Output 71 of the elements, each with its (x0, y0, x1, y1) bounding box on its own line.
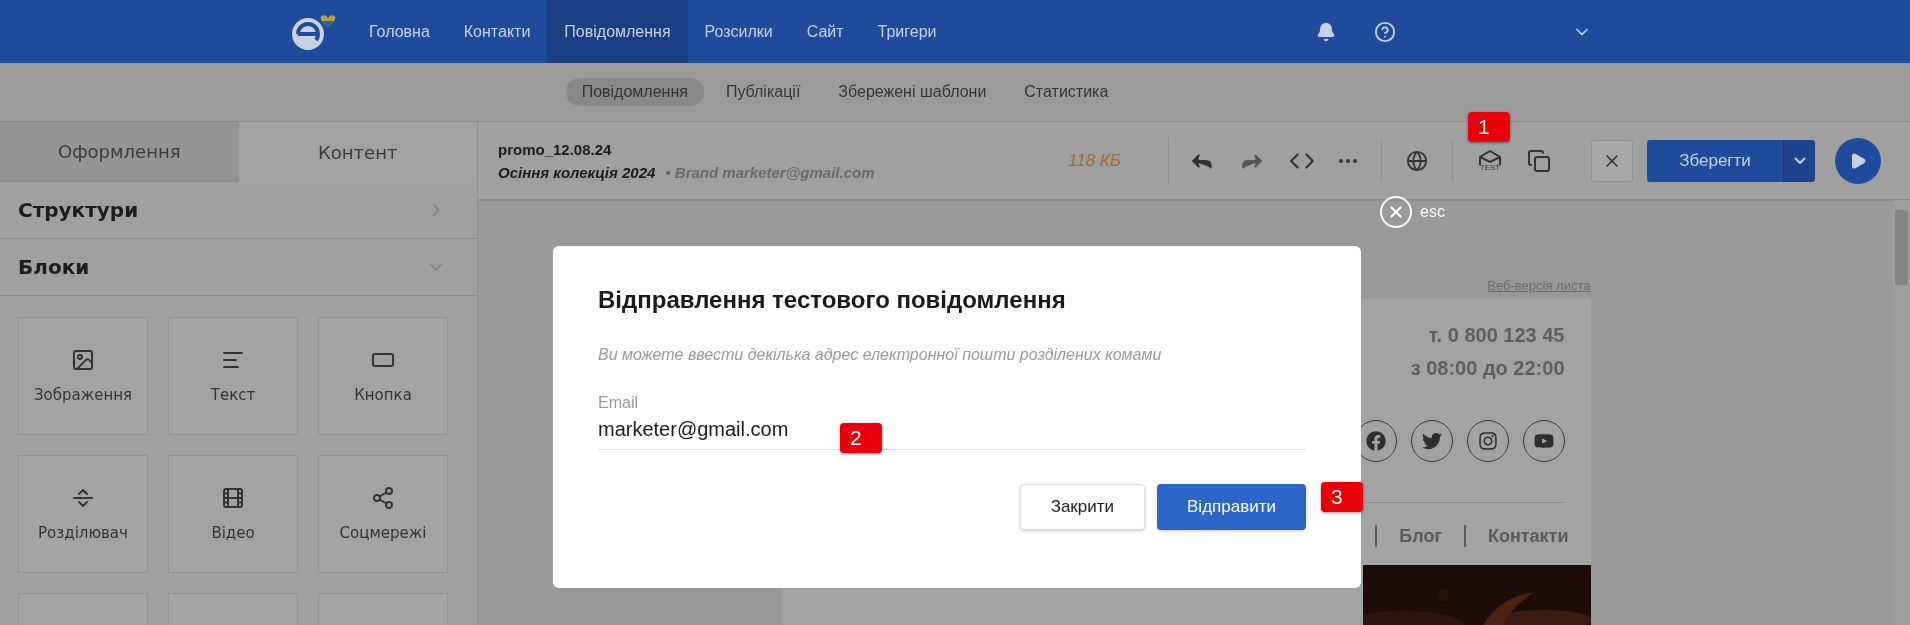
message-name: promo_12.08.24 (498, 140, 613, 158)
sub-tab[interactable]: Збережені шаблони (822, 78, 1003, 106)
dialog-title: Відправлення тестового повідомлення (598, 286, 1067, 314)
annotation-badge: 3 (1321, 482, 1363, 512)
sub-tab[interactable]: Публікації (709, 78, 817, 106)
twitter-icon (1421, 431, 1442, 451)
nav-item[interactable]: Розсилки (687, 0, 790, 63)
test-button[interactable]: TEST (1477, 149, 1503, 172)
divider-icon (71, 486, 95, 510)
play-button[interactable] (1835, 137, 1881, 184)
field-label: Email (598, 394, 639, 412)
annotation-badge: 2 (840, 423, 882, 453)
test-label: TEST (1479, 163, 1501, 172)
send-button[interactable]: Відправити (1157, 484, 1306, 530)
scrollbar[interactable] (1893, 200, 1910, 625)
nav-item[interactable]: Повідомлення (547, 0, 688, 63)
image-icon (71, 348, 95, 372)
envelope-icon (1477, 149, 1503, 166)
instagram-icon (1477, 431, 1498, 451)
esc-label: esc (1420, 203, 1445, 221)
block-label: Кнопка (354, 386, 412, 404)
footer-link[interactable]: Контакти (1487, 525, 1569, 547)
play-icon (1849, 151, 1867, 170)
more-button[interactable] (1339, 158, 1357, 163)
film-icon (221, 486, 245, 510)
save-menu-button[interactable] (1783, 139, 1815, 182)
block-tile[interactable]: Розділювач (18, 455, 148, 573)
copy-icon (1527, 148, 1551, 173)
close-icon[interactable] (1380, 196, 1412, 228)
block-label: Розділювач (38, 524, 128, 542)
copy-button[interactable] (1527, 148, 1551, 173)
close-button[interactable] (1591, 139, 1633, 182)
block-tile[interactable]: Соцмережі (318, 455, 448, 573)
share-icon (371, 486, 395, 510)
bell-icon[interactable] (1316, 21, 1336, 42)
section-header[interactable]: Блоки (0, 239, 477, 296)
block-tile[interactable]: Текст (168, 317, 298, 435)
block-label: Зображення (33, 386, 133, 404)
sub-tab[interactable]: Статистика (1008, 78, 1125, 106)
block-label: Текст (210, 386, 256, 404)
sub-tab[interactable]: Повідомлення (565, 78, 704, 106)
section-title: Блоки (18, 255, 90, 279)
chevron-down-icon (1793, 157, 1806, 164)
nav-item[interactable]: Сайт (789, 0, 861, 63)
more-icon (1339, 158, 1357, 163)
dialog-hint: Ви можете ввести декілька адрес електронної пошти розділених комами (598, 346, 1163, 364)
globe-icon (1406, 149, 1428, 172)
nav-item[interactable]: Тригери (860, 0, 954, 63)
block-label: Відео (211, 524, 255, 542)
youtube-icon (1533, 431, 1554, 451)
cancel-button[interactable]: Закрити (1019, 484, 1146, 530)
message-subject: Осіння колекція 2024 (498, 163, 656, 181)
facebook-icon (1365, 431, 1386, 451)
nav-item[interactable]: Контакти (446, 0, 548, 63)
block-tile[interactable]: Кнопка (318, 317, 448, 435)
x-icon (1387, 203, 1405, 221)
block-label: Соцмережі (339, 524, 427, 542)
block-tile[interactable]: Зображення (18, 317, 148, 435)
globe-button[interactable] (1406, 149, 1428, 172)
panel-tab[interactable]: Оформлення (0, 122, 239, 182)
phone-text: т. 0 800 123 45 (1428, 323, 1565, 348)
nav-item[interactable]: Головна (352, 0, 447, 63)
block-tile[interactable]: Відео (168, 455, 298, 573)
footer-link[interactable]: Блог (1399, 525, 1442, 547)
message-size: 118 КБ (1068, 150, 1122, 171)
section-header[interactable]: Структури (0, 182, 477, 239)
save-button[interactable]: Зберегти (1647, 139, 1783, 182)
annotation-badge: 1 (1468, 112, 1510, 142)
help-icon[interactable] (1374, 20, 1396, 43)
section-title: Структури (18, 198, 139, 222)
hours-text: з 08:00 до 22:00 (1410, 356, 1565, 381)
